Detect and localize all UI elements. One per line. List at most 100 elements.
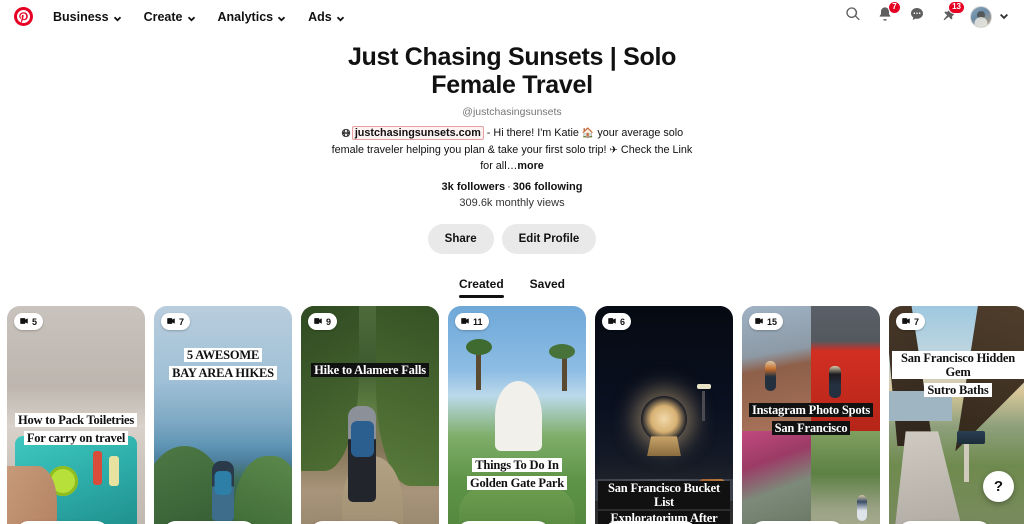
avatar[interactable]	[970, 5, 992, 28]
pin-thumbnail[interactable]: 5 How to Pack Toiletries For carry on tra…	[7, 306, 145, 524]
nav-label: Analytics	[217, 9, 274, 24]
tab-saved[interactable]: Saved	[530, 277, 565, 298]
pin-overlay-line: Instagram Photo Spots	[748, 403, 874, 418]
profile-bio: justchasingsunsets.com - Hi there! I'm K…	[326, 125, 698, 175]
nav-left-group: Business Create Analytics Ads	[14, 5, 356, 29]
bio-more-link[interactable]: more	[517, 160, 543, 172]
monthly-views: 309.6k monthly views	[459, 197, 565, 210]
edit-profile-button[interactable]: Edit Profile	[501, 224, 597, 255]
pin-overlay-line: 5 AWESOME	[183, 348, 263, 363]
video-icon	[901, 316, 911, 328]
pin-card[interactable]: 9 Hike to Alamere Falls See more stats 7…	[301, 306, 439, 524]
nav-item-business[interactable]: Business	[42, 5, 133, 29]
video-count-badge: 15	[749, 313, 784, 331]
pin-card[interactable]: 15 Instagram Photo SpotsSan Francisco Se…	[742, 306, 880, 524]
video-count-badge: 9	[308, 313, 338, 331]
video-count: 7	[914, 316, 920, 327]
nav-label: Ads	[308, 9, 332, 24]
pin-activity-badge: 13	[948, 0, 965, 14]
notifications-badge: 7	[888, 0, 901, 14]
notifications-button[interactable]: 7	[870, 0, 901, 32]
profile-section: Just Chasing Sunsets | Solo Female Trave…	[0, 33, 1024, 255]
pin-overlay-line: San Francisco	[771, 421, 851, 436]
video-count-badge: 7	[161, 313, 191, 331]
profile-handle: @justchasingsunsets	[462, 105, 562, 118]
globe-icon	[341, 128, 351, 144]
nav-item-analytics[interactable]: Analytics	[207, 5, 298, 29]
nav-label: Create	[143, 9, 183, 24]
video-icon	[313, 316, 323, 328]
video-count-badge: 5	[14, 313, 44, 331]
share-button[interactable]: Share	[427, 224, 494, 255]
followers-count[interactable]: 3k followers	[442, 181, 506, 193]
pin-title-overlay: How to Pack Toiletries For carry on trave…	[7, 411, 145, 447]
website-link[interactable]: justchasingsunsets.com	[351, 125, 484, 140]
chevron-down-icon	[999, 8, 1009, 26]
video-count-badge: 11	[455, 313, 489, 331]
pin-grid: 5 How to Pack Toiletries For carry on tra…	[0, 306, 1024, 524]
chat-bubble-icon	[909, 6, 925, 27]
nav-item-ads[interactable]: Ads	[297, 5, 356, 29]
profile-tabs: Created Saved	[0, 277, 1024, 299]
messages-button[interactable]	[902, 2, 932, 32]
pin-overlay-line: Hike to Alamere Falls	[311, 363, 429, 378]
airplane-emoji-icon: ✈	[609, 145, 618, 157]
pin-thumbnail[interactable]: 6 San Francisco Bucket List Exploratorium…	[595, 306, 733, 524]
nav-label: Business	[53, 9, 109, 24]
video-count: 9	[326, 316, 332, 327]
video-count-badge: 7	[896, 313, 926, 331]
pin-title-overlay: Things To Do In Golden Gate Park	[448, 456, 586, 492]
pin-activity-button[interactable]: 13	[934, 0, 965, 32]
video-count: 5	[32, 316, 38, 327]
top-navigation-bar: Business Create Analytics Ads 7 13	[0, 0, 1024, 33]
video-count: 15	[767, 316, 778, 327]
pin-title-overlay: Hike to Alamere Falls	[301, 361, 439, 379]
pin-card[interactable]: 11 Things To Do InGolden Gate Park See m…	[448, 306, 586, 524]
bio-dash: -	[483, 126, 494, 139]
video-icon	[19, 316, 29, 328]
page-title: Just Chasing Sunsets | Solo Female Trave…	[347, 43, 677, 100]
pin-card[interactable]: 7 5 AWESOMEBAY AREA HIKES See more stats…	[154, 306, 292, 524]
pin-overlay-line: For carry on travel	[23, 431, 129, 446]
search-button[interactable]	[838, 2, 868, 32]
nav-right-group: 7 13	[838, 0, 1014, 32]
video-icon	[460, 316, 470, 328]
chevron-down-icon	[113, 12, 122, 22]
following-count[interactable]: 306 following	[513, 181, 583, 193]
pin-title-overlay: San Francisco Bucket List Exploratorium A…	[595, 481, 733, 524]
pin-overlay-line: San Francisco Bucket List	[598, 481, 730, 510]
video-count-badge: 6	[602, 313, 632, 331]
stats-separator: ·	[507, 181, 511, 194]
profile-actions: Share Edit Profile	[0, 224, 1024, 255]
pin-thumbnail[interactable]: 9 Hike to Alamere Falls See more stats	[301, 306, 439, 524]
pin-card[interactable]: 6 San Francisco Bucket List Exploratorium…	[595, 306, 733, 524]
video-count: 7	[179, 316, 185, 327]
pin-overlay-line: How to Pack Toiletries	[14, 413, 138, 428]
pin-title-overlay: San Francisco Hidden Gem Sutro Baths	[889, 351, 1024, 399]
chevron-down-icon	[336, 12, 345, 22]
video-count: 6	[620, 316, 626, 327]
pin-thumbnail[interactable]: 11 Things To Do InGolden Gate Park See m…	[448, 306, 586, 524]
pin-card[interactable]: 5 How to Pack Toiletries For carry on tra…	[7, 306, 145, 524]
help-button[interactable]: ?	[983, 471, 1014, 502]
pin-thumbnail[interactable]: 15 Instagram Photo SpotsSan Francisco Se…	[742, 306, 880, 524]
pinterest-logo-icon[interactable]	[14, 7, 33, 26]
account-menu-button[interactable]	[994, 4, 1014, 30]
pin-overlay-line: Golden Gate Park	[466, 476, 568, 491]
tab-created[interactable]: Created	[458, 277, 504, 299]
chevron-down-icon	[187, 12, 196, 22]
video-count: 11	[473, 316, 483, 327]
pin-title-overlay: Instagram Photo Spots San Francisco	[742, 401, 880, 437]
follower-stats: 3k followers · 306 following	[0, 181, 1024, 193]
video-icon	[754, 316, 764, 328]
bio-text-1: Hi there! I'm Katie	[493, 126, 582, 139]
search-icon	[845, 6, 861, 27]
nav-item-create[interactable]: Create	[133, 5, 207, 29]
pin-overlay-line: Sutro Baths	[924, 383, 992, 398]
house-emoji-icon: 🏠	[581, 127, 595, 139]
pin-overlay-line: BAY AREA HIKES	[169, 366, 277, 381]
video-icon	[607, 316, 617, 328]
pin-thumbnail[interactable]: 7 5 AWESOMEBAY AREA HIKES See more stats	[154, 306, 292, 524]
pin-overlay-line: Things To Do In	[472, 458, 562, 473]
pin-overlay-line: San Francisco Hidden Gem	[892, 351, 1024, 380]
